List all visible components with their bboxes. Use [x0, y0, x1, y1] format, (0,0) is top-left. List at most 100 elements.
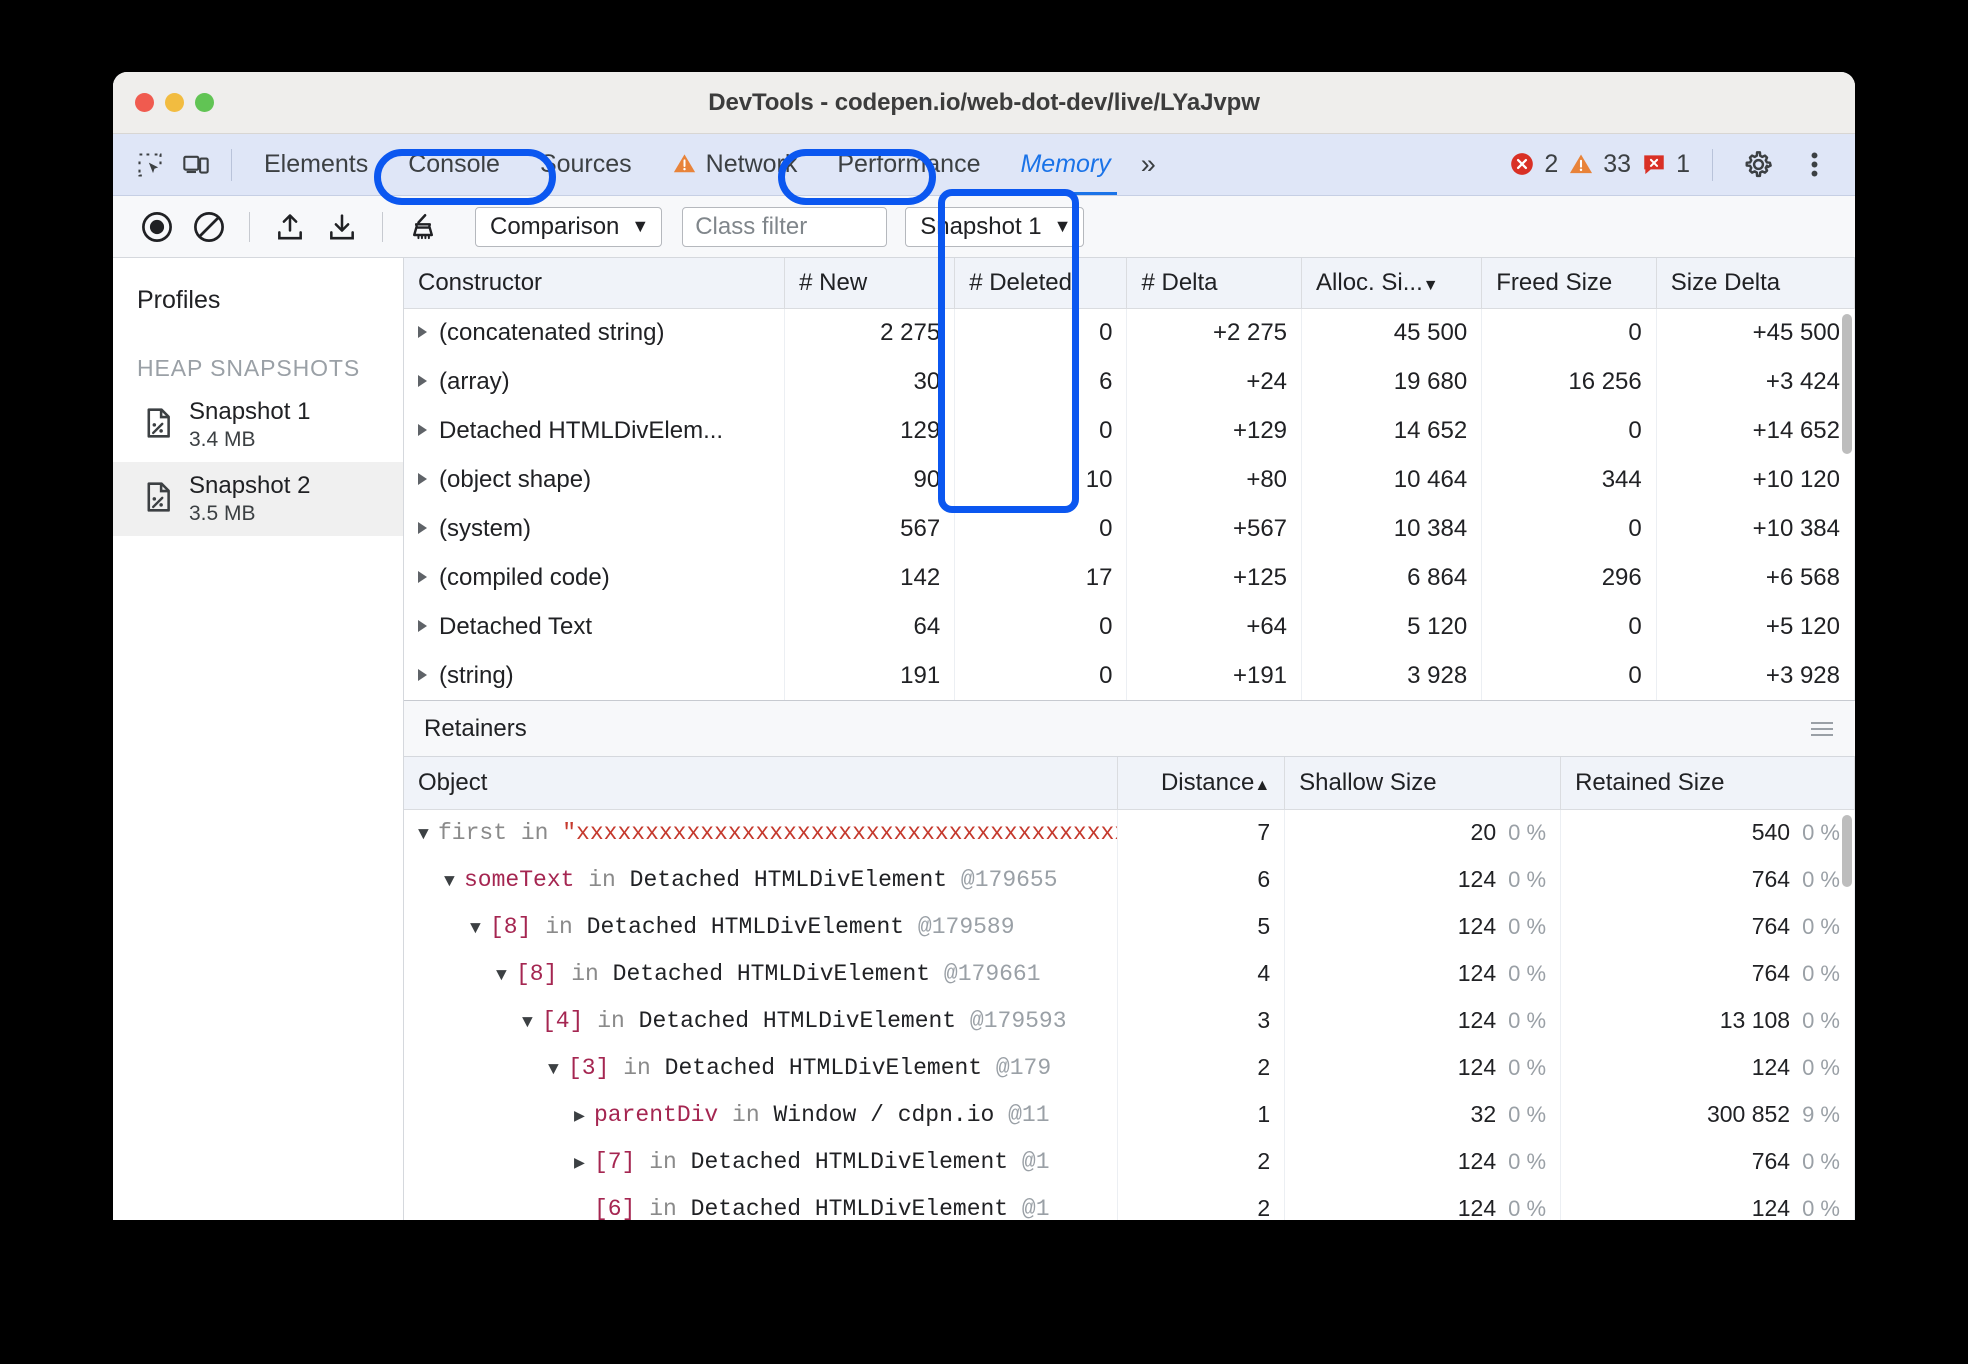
collapse-triangle-icon[interactable]: ▼ — [496, 966, 516, 986]
view-select[interactable]: Comparison ▼ — [475, 206, 663, 247]
cell-constructor[interactable]: Detached Text — [404, 602, 786, 651]
cell-freed-size: 296 — [1481, 553, 1657, 602]
cell-alloc-size: 620 — [1302, 700, 1482, 701]
cell-constructor[interactable]: (object shape) — [404, 455, 786, 504]
expand-triangle-icon[interactable]: ▶ — [574, 1105, 594, 1127]
tab-network[interactable]: Network — [652, 134, 818, 195]
table-row[interactable]: system / Context310+316200+620 — [404, 700, 1855, 701]
baseline-snapshot-select[interactable]: Snapshot 1 ▼ — [905, 206, 1085, 247]
cell-object[interactable]: ▶ [7] in Detached HTMLDivElement @1 — [404, 1138, 1119, 1185]
column-header-delta[interactable]: # Delta — [1126, 258, 1303, 309]
cell-object[interactable]: ▼ [3] in Detached HTMLDivElement @179 — [404, 1044, 1119, 1091]
table-row[interactable]: ▶ parentDiv in Window / cdpn.io @11 1 32 0 %… — [404, 1091, 1855, 1138]
column-header-distance[interactable]: Distance▲ — [1117, 757, 1286, 810]
expand-triangle-icon[interactable] — [418, 521, 427, 534]
more-tabs-button[interactable]: » — [1131, 149, 1162, 180]
expand-triangle-icon[interactable] — [418, 668, 427, 681]
collapse-triangle-icon[interactable]: ▼ — [418, 825, 438, 845]
collect-garbage-broom-icon[interactable] — [397, 201, 449, 253]
warning-counter[interactable]: 33 — [1568, 150, 1631, 179]
expand-triangle-icon[interactable] — [418, 374, 427, 387]
cell-constructor[interactable]: Detached HTMLDivElem... — [404, 406, 786, 455]
cell-object[interactable]: ▶ parentDiv in Window / cdpn.io @11 — [404, 1091, 1119, 1138]
issues-counter[interactable]: 1 — [1641, 150, 1690, 179]
cell-constructor[interactable]: (array) — [404, 357, 786, 406]
cell-constructor[interactable]: (system) — [404, 504, 786, 553]
tab-performance[interactable]: Performance — [817, 134, 1000, 195]
table-row[interactable]: ▼ someText in Detached HTMLDivElement @17… — [404, 856, 1855, 903]
table-row[interactable]: ▼ [8] in Detached HTMLDivElement @179661 4… — [404, 950, 1855, 997]
download-icon[interactable] — [316, 201, 368, 253]
retainer-object-id: @179655 — [960, 866, 1058, 893]
table-row[interactable]: (system) 567 0 +567 10 384 0 +10 384 — [404, 504, 1855, 553]
size-percent: 0 % — [1802, 914, 1840, 939]
table-row[interactable]: ▶ [7] in Detached HTMLDivElement @1 2 124 0 … — [404, 1138, 1855, 1185]
cell-object[interactable]: ▼ someText in Detached HTMLDivElement @17… — [404, 856, 1119, 903]
cell-constructor[interactable]: (concatenated string) — [404, 308, 786, 357]
upload-icon[interactable] — [264, 201, 316, 253]
table-row[interactable]: ▼ [4] in Detached HTMLDivElement @179593 3… — [404, 997, 1855, 1044]
table-row[interactable]: (string) 191 0 +191 3 928 0 +3 928 — [404, 651, 1855, 700]
table-row[interactable]: (array) 30 6 +24 19 680 16 256 +3 424 — [404, 357, 1855, 406]
column-header-new[interactable]: # New — [784, 258, 956, 309]
cell-freed-size: 0 — [1482, 700, 1657, 701]
expand-triangle-icon[interactable] — [418, 619, 427, 632]
device-toolbar-icon[interactable] — [173, 142, 219, 188]
table-row[interactable]: (compiled code) 142 17 +125 6 864 296 +6 568 — [404, 553, 1855, 602]
cell-constructor[interactable]: (string) — [404, 651, 786, 700]
column-header-object[interactable]: Object — [404, 757, 1119, 810]
table-row[interactable]: ▼ [3] in Detached HTMLDivElement @179 2 124… — [404, 1044, 1855, 1091]
cell-object[interactable]: ▼ [4] in Detached HTMLDivElement @179593 — [404, 997, 1119, 1044]
cell-deleted: 17 — [954, 553, 1128, 602]
cell-alloc-size: 6 864 — [1301, 553, 1483, 602]
tab-console[interactable]: Console — [388, 134, 520, 195]
table-row[interactable]: ▼ first in "xxxxxxxxxxxxxxxxxxxxxxxxxxxxx… — [404, 809, 1855, 856]
column-header-size-delta[interactable]: Size Delta — [1656, 258, 1855, 309]
sidebar-item-snapshot-1[interactable]: Snapshot 1 3.4 MB — [113, 388, 403, 462]
cell-object[interactable]: ▼ [8] in Detached HTMLDivElement @179661 — [404, 950, 1119, 997]
class-filter-input[interactable]: Class filter — [682, 206, 888, 247]
column-header-alloc-size[interactable]: Alloc. Si...▼ — [1301, 258, 1483, 309]
table-row[interactable]: (concatenated string) 2 275 0 +2 275 45 500 0… — [404, 308, 1855, 357]
collapse-triangle-icon[interactable]: ▼ — [470, 919, 490, 939]
cell-constructor[interactable]: (compiled code) — [404, 553, 786, 602]
collapse-triangle-icon[interactable]: ▼ — [444, 872, 464, 892]
table-row[interactable]: [6] in Detached HTMLDivElement @1 2 124 0 %… — [404, 1185, 1855, 1220]
retainers-menu-icon[interactable] — [1811, 721, 1833, 736]
clear-icon[interactable] — [183, 201, 235, 253]
tab-sources[interactable]: Sources — [520, 134, 652, 195]
cell-constructor[interactable]: system / Context — [404, 700, 785, 701]
error-counter[interactable]: 2 — [1509, 150, 1558, 179]
sidebar-item-snapshot-2[interactable]: Snapshot 2 3.5 MB — [113, 462, 403, 536]
table-row[interactable]: Detached Text 64 0 +64 5 120 0 +5 120 — [404, 602, 1855, 651]
column-header-constructor[interactable]: Constructor — [404, 258, 786, 309]
column-header-retained-size[interactable]: Retained Size — [1560, 757, 1855, 810]
record-icon[interactable] — [131, 201, 183, 253]
cell-delta: +80 — [1126, 455, 1303, 504]
expand-triangle-icon[interactable] — [418, 472, 427, 485]
cell-shallow-size: 124 0 % — [1284, 1044, 1562, 1091]
expand-triangle-icon[interactable] — [418, 423, 427, 436]
column-header-deleted[interactable]: # Deleted — [954, 258, 1128, 309]
inspect-element-icon[interactable] — [127, 142, 173, 188]
table-row[interactable]: Detached HTMLDivElem... 129 0 +129 14 652 0 +1… — [404, 406, 1855, 455]
constructor-grid-scrollbar[interactable] — [1842, 314, 1852, 454]
retainers-grid-scrollbar[interactable] — [1842, 815, 1852, 887]
expand-triangle-icon[interactable] — [418, 570, 427, 583]
column-header-shallow-size[interactable]: Shallow Size — [1284, 757, 1562, 810]
size-percent: 0 % — [1508, 1102, 1547, 1127]
cell-object[interactable]: ▼ [8] in Detached HTMLDivElement @179589 — [404, 903, 1119, 950]
column-header-freed-size[interactable]: Freed Size — [1481, 258, 1657, 309]
tab-memory[interactable]: Memory — [1000, 134, 1130, 195]
tab-elements[interactable]: Elements — [244, 134, 388, 195]
expand-triangle-icon[interactable]: ▶ — [574, 1152, 594, 1174]
table-row[interactable]: ▼ [8] in Detached HTMLDivElement @179589 5… — [404, 903, 1855, 950]
collapse-triangle-icon[interactable]: ▼ — [522, 1013, 542, 1033]
expand-triangle-icon[interactable] — [418, 325, 427, 338]
kebab-menu-icon[interactable] — [1791, 142, 1837, 188]
collapse-triangle-icon[interactable]: ▼ — [548, 1060, 568, 1080]
table-row[interactable]: (object shape) 90 10 +80 10 464 344 +10 120 — [404, 455, 1855, 504]
cell-object[interactable]: [6] in Detached HTMLDivElement @1 — [404, 1185, 1119, 1220]
gear-icon[interactable] — [1735, 142, 1781, 188]
cell-object[interactable]: ▼ first in "xxxxxxxxxxxxxxxxxxxxxxxxxxxxx… — [404, 809, 1119, 856]
